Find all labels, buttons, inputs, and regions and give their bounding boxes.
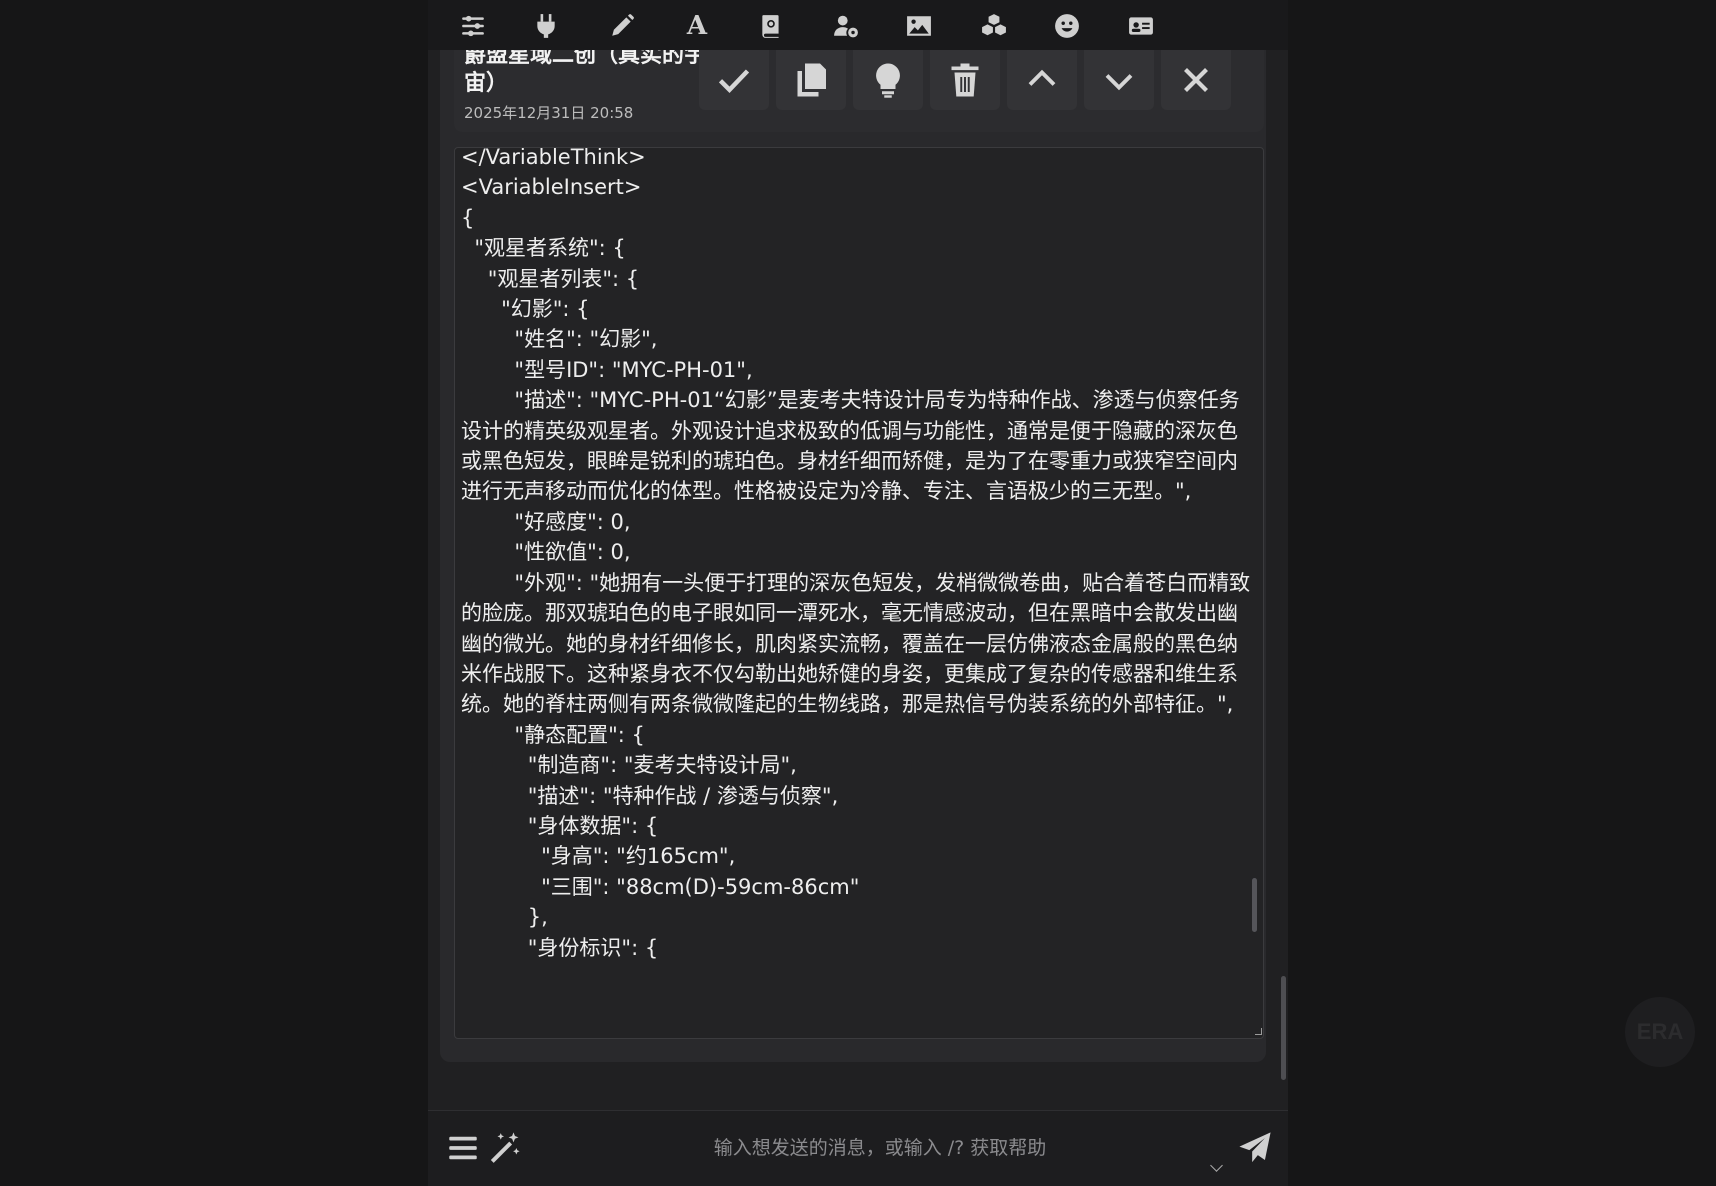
- message-input[interactable]: [548, 1125, 1212, 1171]
- book-icon[interactable]: [752, 8, 790, 44]
- magic-wand-icon: [490, 1132, 520, 1163]
- message-timestamp: 2025年12月31日 20:58: [464, 104, 634, 122]
- plug-icon[interactable]: [527, 8, 565, 44]
- chevron-up-icon: [1028, 69, 1056, 86]
- magic-wand-button[interactable]: [488, 1131, 522, 1165]
- trash-icon: [951, 63, 979, 97]
- delete-button[interactable]: [930, 50, 1000, 110]
- font-icon[interactable]: A: [678, 8, 716, 44]
- chat-scrollbar[interactable]: [1281, 976, 1286, 1080]
- copy-icon: [797, 63, 826, 97]
- options-menu-button[interactable]: [448, 1133, 478, 1163]
- character-name: 爵盟星域二创（真实的宇 宙）: [464, 50, 707, 96]
- chat-app: A 爵盟星域二创（真实的宇 宙） 2025年12月31日 20:58 </Var…: [428, 0, 1288, 1186]
- move-up-button[interactable]: [1007, 50, 1077, 110]
- message-edit-textarea[interactable]: </VariableThink> <VariableInsert> { "观星者…: [454, 147, 1264, 1039]
- era-floating-button[interactable]: ERA: [1625, 997, 1695, 1067]
- message-edit-content[interactable]: </VariableThink> <VariableInsert> { "观星者…: [461, 148, 1251, 963]
- smile-icon[interactable]: [1048, 8, 1086, 44]
- send-button[interactable]: [1238, 1131, 1272, 1165]
- font-glyph: A: [686, 11, 708, 41]
- paper-plane-icon: [1239, 1132, 1271, 1163]
- cubes-icon[interactable]: [975, 8, 1013, 44]
- message-card: 爵盟星域二创（真实的宇 宙） 2025年12月31日 20:58 </Varia…: [440, 50, 1266, 1062]
- message-header: 爵盟星域二创（真实的宇 宙） 2025年12月31日 20:58: [454, 50, 1264, 132]
- era-label: ERA: [1636, 1019, 1684, 1044]
- lightbulb-icon: [876, 63, 900, 98]
- resize-grip-icon[interactable]: [1255, 1028, 1262, 1035]
- move-down-button[interactable]: [1084, 50, 1154, 110]
- chevron-down-icon: [1105, 74, 1133, 91]
- close-icon: [1184, 68, 1208, 92]
- image-icon[interactable]: [900, 8, 938, 44]
- id-card-icon[interactable]: [1122, 8, 1160, 44]
- top-toolbar: A: [428, 0, 1288, 50]
- editor-scrollbar[interactable]: [1252, 878, 1257, 932]
- confirm-edit-button[interactable]: [699, 50, 769, 110]
- user-gear-icon[interactable]: [827, 8, 865, 44]
- check-icon: [718, 69, 750, 93]
- cancel-edit-button[interactable]: [1161, 50, 1231, 110]
- bars-icon: [449, 1136, 477, 1160]
- enhance-button[interactable]: [853, 50, 923, 110]
- sliders-icon[interactable]: [454, 8, 492, 44]
- input-resize-grip-icon[interactable]: [1210, 1159, 1223, 1172]
- pencil-icon[interactable]: [603, 8, 641, 44]
- send-form: [428, 1110, 1288, 1186]
- copy-button[interactable]: [776, 50, 846, 110]
